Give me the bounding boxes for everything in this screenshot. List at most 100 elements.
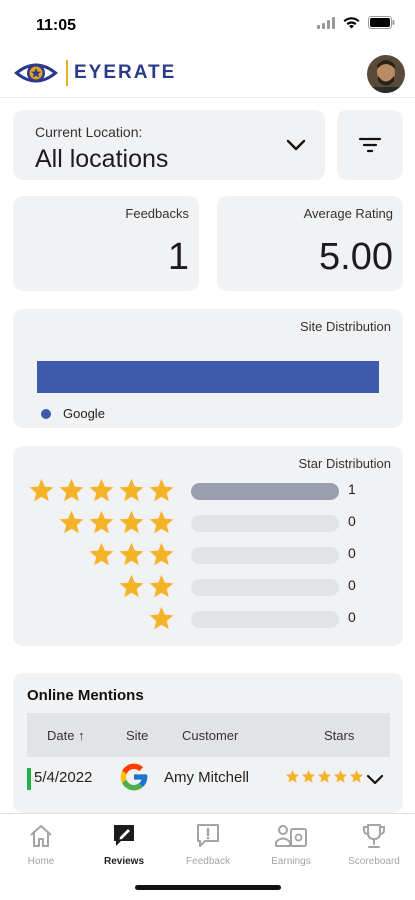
status-icons — [317, 16, 395, 29]
star-icon — [301, 769, 316, 783]
star-icons — [58, 509, 175, 536]
star-count: 0 — [348, 577, 356, 593]
star-icons — [28, 477, 175, 504]
tab-home-label: Home — [27, 856, 55, 867]
reviews-icon — [114, 825, 134, 846]
star-icon — [119, 542, 144, 566]
star-icon — [149, 574, 174, 598]
chevron-down-icon — [286, 139, 306, 151]
signal-icon — [317, 16, 335, 29]
star-icon — [29, 478, 54, 502]
column-stars[interactable]: Stars — [324, 728, 354, 743]
star-icon — [119, 478, 144, 502]
tab-scoreboard[interactable]: Scoreboard — [334, 822, 414, 867]
star-icon — [119, 510, 144, 534]
row-status-marker — [27, 768, 31, 790]
star-bar-fill — [191, 483, 339, 500]
star-count: 0 — [348, 609, 356, 625]
star-icon — [89, 542, 114, 566]
star-icon — [349, 769, 364, 783]
tab-feedback[interactable]: Feedback — [168, 822, 248, 867]
average-rating-label: Average Rating — [303, 206, 393, 221]
star-icons — [88, 541, 175, 568]
star-row-1: 0 — [13, 605, 403, 633]
legend-label: Google — [63, 406, 105, 421]
wifi-icon — [343, 16, 360, 28]
feedbacks-label: Feedbacks — [125, 206, 189, 221]
online-mentions-title: Online Mentions — [27, 687, 144, 704]
average-rating-value: 5.00 — [319, 236, 393, 278]
star-icon — [89, 510, 114, 534]
filter-icon — [358, 137, 382, 153]
star-icon — [59, 510, 84, 534]
earnings-icon — [275, 825, 307, 847]
google-icon — [120, 763, 148, 791]
star-bar-track — [191, 579, 339, 596]
tab-feedback-label: Feedback — [186, 856, 230, 867]
tab-earnings-label: Earnings — [271, 856, 311, 867]
star-distribution-title: Star Distribution — [298, 456, 391, 471]
star-icon — [149, 478, 174, 502]
eye-logo-icon — [14, 63, 58, 83]
site-distribution-card: Site Distribution Google — [13, 309, 403, 428]
star-bar-track — [191, 515, 339, 532]
star-count: 1 — [348, 481, 356, 497]
star-icon — [89, 478, 114, 502]
logo-divider — [66, 60, 68, 86]
star-row-4: 0 — [13, 509, 403, 537]
avatar[interactable] — [367, 55, 405, 93]
star-row-5: 1 — [13, 477, 403, 505]
trophy-icon — [363, 824, 385, 848]
row-customer: Amy Mitchell — [164, 769, 250, 786]
site-bar-google — [37, 361, 379, 393]
star-count: 0 — [348, 545, 356, 561]
star-icon — [119, 574, 144, 598]
feedback-icon — [197, 824, 219, 847]
sort-arrow-icon: ↑ — [78, 728, 85, 743]
star-icon — [149, 606, 174, 630]
site-legend: Google — [41, 406, 105, 421]
star-bar-track — [191, 547, 339, 564]
star-row-3: 0 — [13, 541, 403, 569]
table-header: Date ↑ Site Customer Stars — [27, 713, 390, 757]
row-date: 5/4/2022 — [34, 769, 93, 786]
legend-dot — [41, 408, 51, 419]
tab-home[interactable]: Home — [1, 822, 81, 867]
star-bar-track — [191, 483, 339, 500]
status-time: 11:05 — [36, 17, 77, 34]
online-mentions-card: Online Mentions Date ↑ Site Customer Sta… — [13, 673, 403, 813]
filter-button[interactable] — [337, 110, 403, 180]
tab-scoreboard-label: Scoreboard — [348, 856, 400, 867]
feedbacks-card: Feedbacks 1 — [13, 196, 199, 291]
logo-text: EYERATE — [74, 62, 177, 83]
expand-chevron-icon[interactable] — [366, 770, 384, 788]
app-header: EYERATE — [0, 52, 415, 98]
tab-reviews-label: Reviews — [103, 856, 145, 867]
star-icon — [149, 510, 174, 534]
star-row-2: 0 — [13, 573, 403, 601]
feedbacks-value: 1 — [167, 236, 189, 278]
average-rating-card: Average Rating 5.00 — [217, 196, 403, 291]
battery-icon — [368, 16, 395, 29]
location-label: Current Location: — [35, 124, 143, 140]
column-site[interactable]: Site — [126, 728, 148, 743]
star-icons — [148, 605, 175, 632]
site-distribution-title: Site Distribution — [299, 319, 391, 334]
star-icon — [333, 769, 348, 783]
location-value: All locations — [35, 145, 169, 173]
star-icon — [285, 769, 300, 783]
column-customer[interactable]: Customer — [182, 728, 238, 743]
tab-earnings[interactable]: Earnings — [251, 822, 331, 867]
home-icon — [30, 825, 52, 847]
star-distribution-card: Star Distribution 1 0 0 0 0 — [13, 446, 403, 646]
status-bar: 11:05 — [0, 0, 415, 52]
eyerate-logo[interactable]: EYERATE — [12, 58, 176, 88]
star-icons — [118, 573, 175, 600]
table-row[interactable]: 5/4/2022 Amy Mitchell — [27, 761, 390, 813]
location-selector[interactable]: Current Location: All locations — [13, 110, 325, 180]
star-count: 0 — [348, 513, 356, 529]
home-indicator — [135, 885, 281, 890]
star-icon — [59, 478, 84, 502]
tab-reviews[interactable]: Reviews — [84, 822, 164, 867]
column-date[interactable]: Date ↑ — [47, 728, 85, 743]
